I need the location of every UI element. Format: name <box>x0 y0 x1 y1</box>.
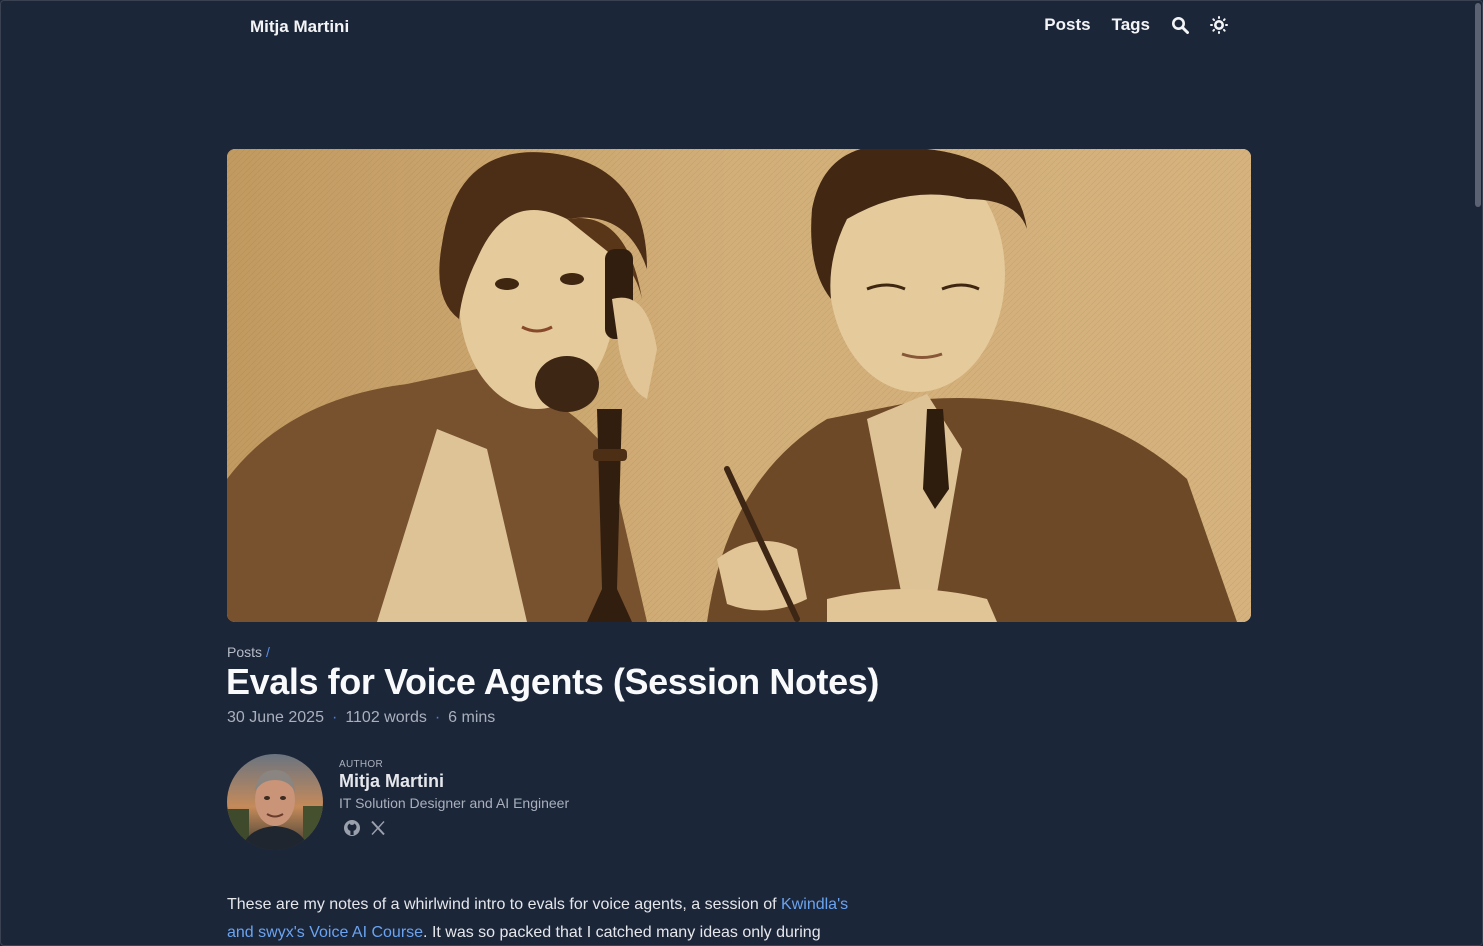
breadcrumb-posts-link[interactable]: Posts <box>227 644 262 660</box>
breadcrumb-separator: / <box>266 644 270 660</box>
search-icon[interactable] <box>1171 16 1189 34</box>
author-info: AUTHOR Mitja Martini IT Solution Designe… <box>339 759 569 837</box>
article-intro: These are my notes of a whirlwind intro … <box>227 891 877 945</box>
breadcrumb: Posts / <box>227 644 270 660</box>
scrollbar-thumb[interactable] <box>1475 3 1481 207</box>
author-role: IT Solution Designer and AI Engineer <box>339 795 570 811</box>
meta-separator: · <box>331 709 338 726</box>
author-avatar <box>227 754 323 850</box>
article-read-time: 6 mins <box>448 709 496 726</box>
hero-image <box>227 149 1251 622</box>
browser-frame: Mitja Martini Posts Tags Posts / Evals f… <box>0 0 1483 946</box>
theme-toggle-icon[interactable] <box>1210 16 1228 34</box>
intro-text-end: . It was so packed that I catched many i… <box>423 924 821 941</box>
page-scrollbar[interactable] <box>1474 1 1482 945</box>
site-brand-link[interactable]: Mitja Martini <box>250 17 349 37</box>
nav-tags-link[interactable]: Tags <box>1112 15 1150 35</box>
x-icon[interactable] <box>369 819 387 837</box>
nav-posts-link[interactable]: Posts <box>1044 15 1090 35</box>
main-nav: Posts Tags <box>1044 15 1228 35</box>
author-label: AUTHOR <box>339 759 384 770</box>
author-name: Mitja Martini <box>339 771 445 791</box>
page-title: Evals for Voice Agents (Session Notes) <box>226 661 879 702</box>
intro-text-start: These are my notes of a whirlwind intro … <box>227 896 782 913</box>
article-date: 30 June 2025 <box>227 709 324 726</box>
site-header: Mitja Martini Posts Tags <box>1 1 1476 55</box>
author-socials <box>343 819 569 837</box>
article-meta: 30 June 2025 · 1102 words · 6 mins <box>227 709 495 727</box>
meta-separator: · <box>434 709 441 726</box>
article-word-count: 1102 words <box>345 709 427 726</box>
github-icon[interactable] <box>343 819 361 837</box>
